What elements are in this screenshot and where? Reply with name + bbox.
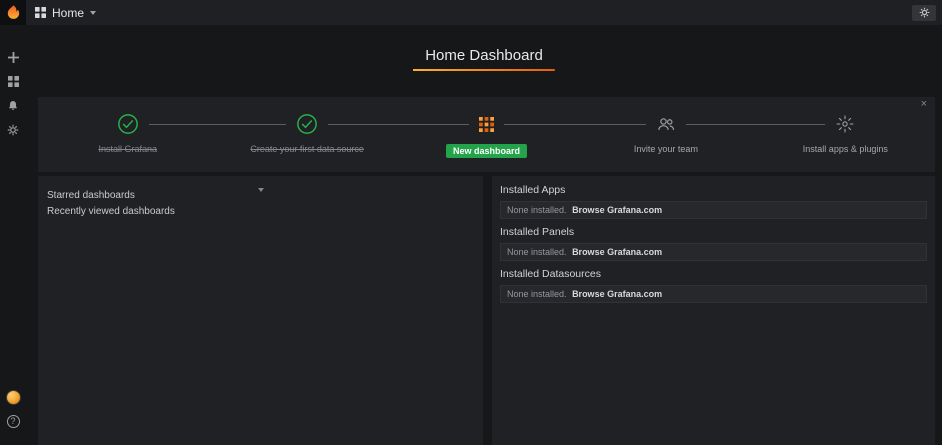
- installed-panels-section: Installed Panels None installed. Browse …: [500, 226, 927, 261]
- plugin-empty-row: None installed. Browse Grafana.com: [500, 243, 927, 261]
- step-label: Install apps & plugins: [803, 144, 888, 154]
- check-circle-icon: [286, 110, 328, 138]
- sidebar-item-configuration[interactable]: [0, 121, 26, 138]
- step-new-dashboard[interactable]: New dashboard: [397, 110, 576, 172]
- grafana-logo[interactable]: [0, 0, 26, 25]
- chevron-down-icon: [90, 11, 96, 15]
- installed-datasources-section: Installed Datasources None installed. Br…: [500, 268, 927, 303]
- chevron-down-icon: [258, 188, 264, 192]
- step-label: Install Grafana: [98, 144, 157, 154]
- plus-icon: [8, 52, 19, 63]
- section-title: Installed Panels: [500, 226, 927, 238]
- plugins-icon: [825, 110, 865, 138]
- installed-apps-section: Installed Apps None installed. Browse Gr…: [500, 184, 927, 219]
- empty-text: None installed.: [507, 247, 567, 257]
- check-circle-icon: [107, 110, 149, 138]
- close-icon[interactable]: ×: [921, 99, 927, 110]
- plugin-empty-row: None installed. Browse Grafana.com: [500, 201, 927, 219]
- dashboard-picker[interactable]: Home: [35, 6, 96, 20]
- browse-grafana-link[interactable]: Browse Grafana.com: [572, 289, 662, 299]
- step-invite-team[interactable]: Invite your team: [576, 110, 755, 172]
- new-dashboard-icon: [469, 110, 504, 138]
- sidebar: ?: [0, 25, 26, 445]
- step-label: Create your first data source: [250, 144, 364, 154]
- grafana-home-screen: Home: [0, 0, 942, 445]
- browse-grafana-link[interactable]: Browse Grafana.com: [572, 247, 662, 257]
- sidebar-user-avatar[interactable]: [0, 389, 26, 406]
- new-dashboard-button[interactable]: New dashboard: [446, 144, 527, 158]
- panel-menu-caret[interactable]: [38, 176, 483, 188]
- grafana-flame-icon: [5, 4, 22, 21]
- recent-dashboards-section[interactable]: Recently viewed dashboards: [38, 204, 483, 220]
- bell-icon: [7, 100, 19, 112]
- step-create-data-source[interactable]: Create your first data source: [217, 110, 396, 172]
- empty-text: None installed.: [507, 289, 567, 299]
- sidebar-item-create[interactable]: [0, 49, 26, 66]
- user-avatar: [6, 390, 21, 405]
- sidebar-item-help[interactable]: ?: [0, 413, 26, 430]
- page-title-wrap: Home Dashboard: [26, 44, 942, 71]
- help-question-icon: ?: [7, 415, 20, 428]
- browse-grafana-link[interactable]: Browse Grafana.com: [572, 205, 662, 215]
- dashboard-grid-icon: [35, 7, 46, 18]
- plugin-empty-row: None installed. Browse Grafana.com: [500, 285, 927, 303]
- getting-started-panel: × Install Grafana C: [38, 97, 935, 172]
- step-install-grafana[interactable]: Install Grafana: [38, 110, 217, 172]
- dashboard-settings-button[interactable]: [912, 5, 936, 21]
- empty-text: None installed.: [507, 205, 567, 215]
- section-title: Installed Apps: [500, 184, 927, 196]
- step-label: Invite your team: [634, 144, 698, 154]
- page-title: Home Dashboard: [413, 44, 555, 71]
- gear-icon: [7, 124, 19, 136]
- gear-icon: [919, 7, 930, 18]
- users-icon: [646, 110, 686, 138]
- getting-started-steps: Install Grafana Create your first data s…: [38, 97, 935, 172]
- navbar: Home: [26, 0, 942, 25]
- plugin-list-panel: Installed Apps None installed. Browse Gr…: [492, 176, 935, 445]
- step-install-plugins[interactable]: Install apps & plugins: [756, 110, 935, 172]
- navbar-dashboard-title: Home: [52, 6, 84, 20]
- sidebar-item-dashboards[interactable]: [0, 73, 26, 90]
- section-title: Installed Datasources: [500, 268, 927, 280]
- dashboards-panel: Starred dashboards Recently viewed dashb…: [38, 176, 483, 445]
- dashboards-grid-icon: [8, 76, 19, 87]
- sidebar-item-alerting[interactable]: [0, 97, 26, 114]
